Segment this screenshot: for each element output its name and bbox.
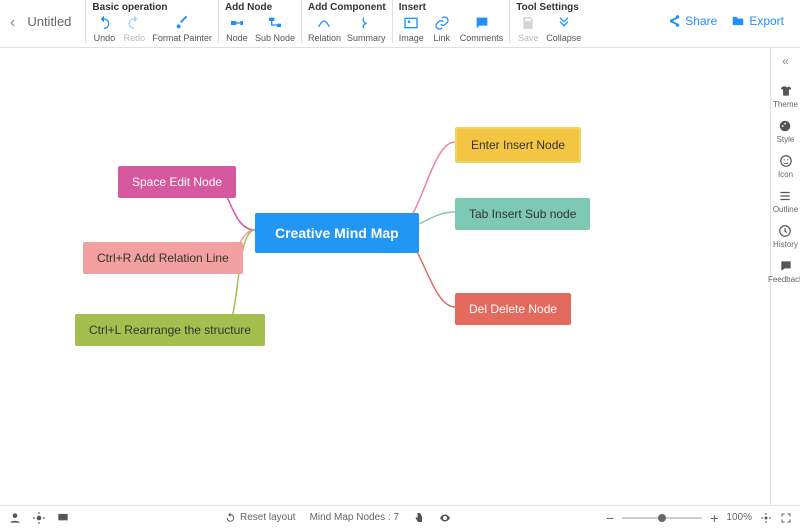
zoom-in-button[interactable]: + bbox=[710, 510, 718, 526]
node-del-delete[interactable]: Del Delete Node bbox=[455, 293, 571, 325]
comments-button[interactable]: Comments bbox=[460, 15, 504, 43]
chat-icon bbox=[779, 259, 793, 273]
group-basic-label: Basic operation bbox=[92, 2, 212, 13]
nodes-count: Mind Map Nodes : 7 bbox=[310, 512, 400, 523]
reset-layout-button[interactable]: Reset layout bbox=[225, 512, 296, 523]
link-icon bbox=[434, 15, 450, 31]
topbar: ‹ Untitled Basic operation Undo Redo For… bbox=[0, 0, 800, 48]
save-button[interactable]: Save bbox=[516, 15, 540, 43]
node-enter-insert[interactable]: Enter Insert Node bbox=[455, 127, 581, 163]
mindmap-canvas[interactable]: Creative Mind Map Enter Insert Node Tab … bbox=[0, 48, 770, 505]
format-painter-button[interactable]: Format Painter bbox=[152, 15, 212, 43]
redo-icon bbox=[126, 15, 142, 31]
hand-icon[interactable] bbox=[413, 512, 425, 524]
node-ctrl-l[interactable]: Ctrl+L Rearrange the structure bbox=[75, 314, 265, 346]
clock-icon bbox=[778, 224, 792, 238]
connection-lines bbox=[0, 48, 770, 505]
undo-icon bbox=[96, 15, 112, 31]
group-addcomponent-label: Add Component bbox=[308, 2, 386, 13]
presentation-icon[interactable] bbox=[56, 511, 70, 525]
folder-icon bbox=[731, 14, 745, 28]
sidebar-outline[interactable]: Outline bbox=[773, 189, 798, 214]
reset-icon bbox=[225, 512, 236, 523]
center-node[interactable]: Creative Mind Map bbox=[255, 213, 419, 253]
sidebar-collapse-button[interactable]: « bbox=[782, 54, 789, 68]
status-bar: Reset layout Mind Map Nodes : 7 − + 100% bbox=[0, 505, 800, 529]
zoom-slider[interactable] bbox=[622, 517, 702, 519]
subnode-button[interactable]: Sub Node bbox=[255, 15, 295, 43]
group-basic: Basic operation Undo Redo Format Painter bbox=[85, 0, 218, 43]
document-title[interactable]: Untitled bbox=[23, 0, 85, 29]
summary-icon bbox=[358, 15, 374, 31]
right-sidebar: « Theme Style Icon Outline History Feedb… bbox=[770, 48, 800, 505]
zoom-out-button[interactable]: − bbox=[606, 510, 614, 526]
zoom-value: 100% bbox=[726, 512, 752, 523]
share-button[interactable]: Share bbox=[667, 14, 717, 28]
sidebar-style[interactable]: Style bbox=[777, 119, 795, 144]
image-button[interactable]: Image bbox=[399, 15, 424, 43]
palette-icon bbox=[778, 119, 792, 133]
collapse-icon bbox=[556, 15, 572, 31]
sidebar-theme[interactable]: Theme bbox=[773, 84, 798, 109]
group-insert: Insert Image Link Comments bbox=[392, 0, 510, 43]
image-icon bbox=[403, 15, 419, 31]
group-addnode-label: Add Node bbox=[225, 2, 295, 13]
comment-icon bbox=[474, 15, 490, 31]
back-button[interactable]: ‹ bbox=[8, 0, 23, 32]
sidebar-icon[interactable]: Icon bbox=[778, 154, 793, 179]
redo-button[interactable]: Redo bbox=[122, 15, 146, 43]
node-ctrl-r[interactable]: Ctrl+R Add Relation Line bbox=[83, 242, 243, 274]
subnode-icon bbox=[267, 15, 283, 31]
eye-icon[interactable] bbox=[439, 512, 451, 524]
node-icon bbox=[229, 15, 245, 31]
save-icon bbox=[520, 15, 536, 31]
relation-button[interactable]: Relation bbox=[308, 15, 341, 43]
group-toolsettings: Tool Settings Save Collapse bbox=[509, 0, 587, 43]
header-actions: Share Export bbox=[667, 0, 792, 28]
collapse-button[interactable]: Collapse bbox=[546, 15, 581, 43]
list-icon bbox=[778, 189, 792, 203]
group-addcomponent: Add Component Relation Summary bbox=[301, 0, 392, 43]
sidebar-feedback[interactable]: Feedback bbox=[768, 259, 800, 284]
node-button[interactable]: Node bbox=[225, 15, 249, 43]
group-insert-label: Insert bbox=[399, 2, 504, 13]
node-tab-insert[interactable]: Tab Insert Sub node bbox=[455, 198, 590, 230]
export-button[interactable]: Export bbox=[731, 14, 784, 28]
fullscreen-icon[interactable] bbox=[780, 512, 792, 524]
user-icon[interactable] bbox=[8, 511, 22, 525]
undo-button[interactable]: Undo bbox=[92, 15, 116, 43]
center-icon[interactable] bbox=[760, 512, 772, 524]
group-toolsettings-label: Tool Settings bbox=[516, 2, 581, 13]
sidebar-history[interactable]: History bbox=[773, 224, 798, 249]
sun-icon[interactable] bbox=[32, 511, 46, 525]
node-space-edit[interactable]: Space Edit Node bbox=[118, 166, 236, 198]
share-icon bbox=[667, 14, 681, 28]
smile-icon bbox=[779, 154, 793, 168]
summary-button[interactable]: Summary bbox=[347, 15, 386, 43]
tshirt-icon bbox=[779, 84, 793, 98]
toolbar-groups: Basic operation Undo Redo Format Painter… bbox=[85, 0, 667, 43]
group-addnode: Add Node Node Sub Node bbox=[218, 0, 301, 43]
relation-icon bbox=[316, 15, 332, 31]
link-button[interactable]: Link bbox=[430, 15, 454, 43]
brush-icon bbox=[174, 15, 190, 31]
